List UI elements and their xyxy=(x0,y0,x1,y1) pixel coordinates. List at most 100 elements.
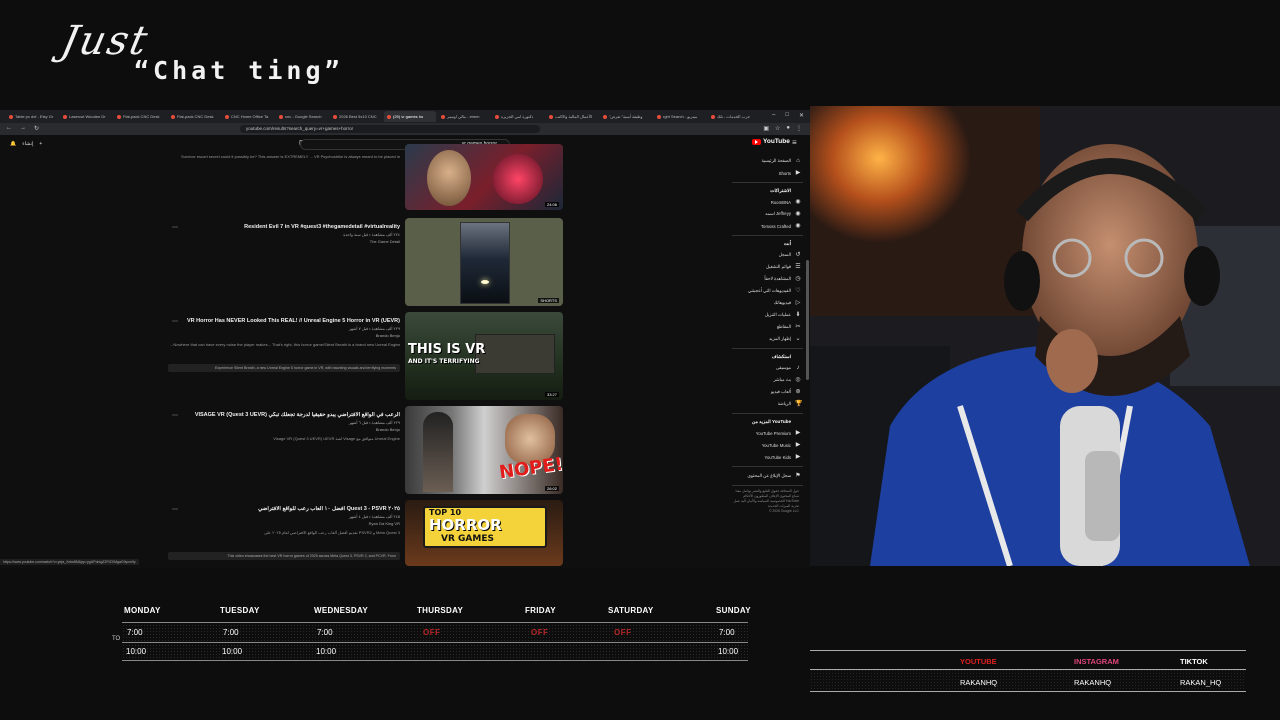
sidebar-item-icon: ◉ xyxy=(795,223,801,229)
sidebar-subscription[interactable]: RoomBNA ◉ xyxy=(730,196,805,208)
reload-icon[interactable]: ↻ xyxy=(34,125,39,132)
youtube-logo[interactable]: YouTube xyxy=(752,138,790,145)
browser-tab[interactable]: Flat-pack CNC Desk xyxy=(114,111,166,122)
sidebar-item-label: YouTube Kids xyxy=(764,454,791,460)
sidebar-item[interactable]: السجل ↺ xyxy=(730,249,805,261)
sidebar-item[interactable]: عمليات التنزيل ⬇ xyxy=(730,309,805,321)
sidebar-footer-links[interactable]: حول الصحافة حقوق الطبع والنشر تواصل معنا… xyxy=(730,489,805,509)
browser-tab[interactable]: Table pc dxf - Etsy Gr xyxy=(6,111,58,122)
sidebar-subscription[interactable]: Tomoss Crafted ◉ xyxy=(730,220,805,232)
url-field[interactable]: youtube.com/results?search_query=vr+game… xyxy=(240,125,540,133)
close-icon[interactable]: ✕ xyxy=(799,112,804,119)
sidebar-item-icon: ⊛ xyxy=(795,389,801,395)
shorts-badge: SHORTS xyxy=(538,298,559,303)
menu-icon[interactable]: ⋮ xyxy=(796,125,802,132)
webcam-image xyxy=(810,106,1280,566)
sidebar-item-label: قوائم التشغيل xyxy=(766,264,791,269)
result-thumbnail[interactable]: THIS IS VR AND IT'S TERRIFYING 33:27 xyxy=(405,312,563,400)
result-thumbnail[interactable]: NOPE! 26:02 xyxy=(405,406,563,494)
search-result[interactable]: ⋯ Resident Evil 7 in VR #quest3 #thegame… xyxy=(160,218,570,306)
sidebar-item-label: إظهار المزيد xyxy=(769,336,791,341)
sidebar-you-heading[interactable]: أنت xyxy=(730,239,805,249)
sidebar-divider xyxy=(732,466,803,467)
result-thumbnail[interactable]: SHORTS xyxy=(405,218,563,306)
result-thumbnail[interactable]: TOP 10 HORROR VR GAMES xyxy=(405,500,563,566)
page-scrollbar[interactable] xyxy=(806,260,809,380)
browser-tab[interactable]: "وظيفة أمنية" تعرض xyxy=(600,111,652,122)
browser-tab[interactable]: Lasercut Wooden Dr xyxy=(60,111,112,122)
result-thumbnail[interactable]: 24:06 xyxy=(405,144,563,210)
browser-tab[interactable]: مالي اوتيمر - xtrem xyxy=(438,111,490,122)
browser-tab[interactable]: (29) vr games ho xyxy=(384,111,436,122)
browser-tab[interactable]: rght Search - ميتريو xyxy=(654,111,706,122)
sidebar-item[interactable]: YouTube Premium ▶ xyxy=(730,427,805,439)
thumbnail-text: VR GAMES xyxy=(441,534,494,544)
browser-tab[interactable]: دكتورة امي الجزيره xyxy=(492,111,544,122)
sidebar-item-icon: ⬇ xyxy=(795,312,801,318)
result-channel[interactable]: The Game Detail xyxy=(370,239,400,244)
sidebar-subscriptions-heading[interactable]: الاشتراكات xyxy=(730,186,805,196)
forward-icon[interactable]: → xyxy=(20,125,26,132)
sidebar-item[interactable]: بث مباشر ◎ xyxy=(730,374,805,386)
sidebar-item[interactable]: موسيقى ♪ xyxy=(730,362,805,374)
search-result[interactable]: ⋯ أفضل ١٠ ألعاب رعب للواقع الافتراضي Que… xyxy=(160,500,570,568)
chapters-bar[interactable]: This video showcases the best VR horror … xyxy=(168,552,400,560)
result-title[interactable]: VISAGE VR (Quest 3 UEVR) الرعب في الواقع… xyxy=(170,412,400,418)
browser-tab[interactable]: حرب الخدمات - تلك xyxy=(708,111,760,122)
sidebar-item[interactable]: الفيديوهات التي أعجبتني ♡ xyxy=(730,285,805,297)
schedule-day: SATURDAY xyxy=(608,606,654,615)
hamburger-menu-icon[interactable]: ≡ xyxy=(792,138,797,147)
schedule-divider xyxy=(122,642,748,643)
browser-tab[interactable]: Flat-pack CNC Desk xyxy=(168,111,220,122)
sidebar-item[interactable]: الصفحة الرئيسية ⌂ xyxy=(730,155,805,167)
sidebar-explore-heading[interactable]: استكشاف xyxy=(730,352,805,362)
sidebar-more-heading[interactable]: المزيد من YouTube xyxy=(730,417,805,427)
chapters-bar[interactable]: Experience Silent Breath, a new Unreal E… xyxy=(168,364,400,372)
sidebar-item-label: الرياضة xyxy=(777,401,791,406)
maximize-icon[interactable]: □ xyxy=(785,112,789,119)
minimize-icon[interactable]: – xyxy=(772,112,775,119)
sidebar-report[interactable]: سجل الإبلاغ عن المحتوى ⚑ xyxy=(730,470,805,482)
back-icon[interactable]: ← xyxy=(6,125,12,132)
result-channel[interactable]: Brando Benjo xyxy=(376,427,400,432)
browser-tab[interactable]: 2026 Best 5x10 CNC xyxy=(330,111,382,122)
socials-divider xyxy=(810,650,1246,651)
sidebar-item[interactable]: إظهار المزيد ⌄ xyxy=(730,333,805,345)
social-handle: RAKAN_HQ xyxy=(1180,678,1222,687)
sidebar-item[interactable]: Shorts ▶ xyxy=(730,167,805,179)
sidebar-item[interactable]: الرياضة 🏆 xyxy=(730,398,805,410)
sidebar-subscription[interactable]: اسمه Jeffreyy ◉ xyxy=(730,208,805,220)
bookmark-icon[interactable]: ☆ xyxy=(775,125,780,132)
browser-tab[interactable]: CNC Home Office Ta xyxy=(222,111,274,122)
result-title[interactable]: أفضل ١٠ ألعاب رعب للواقع الافتراضي Quest… xyxy=(170,506,400,512)
plus-icon[interactable]: + xyxy=(39,141,42,147)
create-button[interactable]: إنشاء xyxy=(22,141,33,147)
browser-tab[interactable]: cnc - Google Search xyxy=(276,111,328,122)
notifications-icon[interactable]: 🔔 xyxy=(10,141,16,147)
profile-icon[interactable]: ● xyxy=(786,125,790,132)
result-title[interactable]: Resident Evil 7 in VR #quest3 #thegamede… xyxy=(170,224,400,230)
sidebar-item[interactable]: قوائم التشغيل ☰ xyxy=(730,261,805,273)
address-bar: ← → ↻ youtube.com/results?search_query=v… xyxy=(0,123,810,135)
sidebar-item[interactable]: YouTube Music ▶ xyxy=(730,439,805,451)
result-channel[interactable]: Brando Benjo xyxy=(376,333,400,338)
tab-favicon-icon xyxy=(333,114,337,119)
sidebar-item-label: Shorts xyxy=(778,170,791,176)
sidebar-item[interactable]: المقاطع ✂ xyxy=(730,321,805,333)
sidebar-item-label: اسمه Jeffreyy xyxy=(765,211,791,216)
result-channel[interactable]: Ryan Da King VR xyxy=(369,521,400,526)
search-result[interactable]: ⋯ VR Horror Has NEVER Looked This REAL! … xyxy=(160,312,570,400)
sidebar-item[interactable]: المشاهدة لاحقاً ◷ xyxy=(730,273,805,285)
sidebar-item[interactable]: ألعاب فيديو ⊛ xyxy=(730,386,805,398)
sidebar-item[interactable]: YouTube Kids ▶ xyxy=(730,451,805,463)
result-title[interactable]: VR Horror Has NEVER Looked This REAL! //… xyxy=(170,318,400,324)
schedule-day: FRIDAY xyxy=(525,606,556,615)
browser-tab[interactable]: الأعمال المالية والاكتب xyxy=(546,111,598,122)
extension-icon[interactable]: ▣ xyxy=(763,125,769,132)
search-result[interactable]: ⋯ VISAGE VR (Quest 3 UEVR) الرعب في الوا… xyxy=(160,406,570,494)
schedule-off: OFF xyxy=(614,628,632,637)
sidebar-item[interactable]: فيديوهاتك ▷ xyxy=(730,297,805,309)
schedule-day: WEDNESDAY xyxy=(314,606,368,615)
tab-label: 2026 Best 5x10 CNC xyxy=(339,114,377,119)
sidebar-copyright: © 2026 Google LLC xyxy=(768,509,799,513)
